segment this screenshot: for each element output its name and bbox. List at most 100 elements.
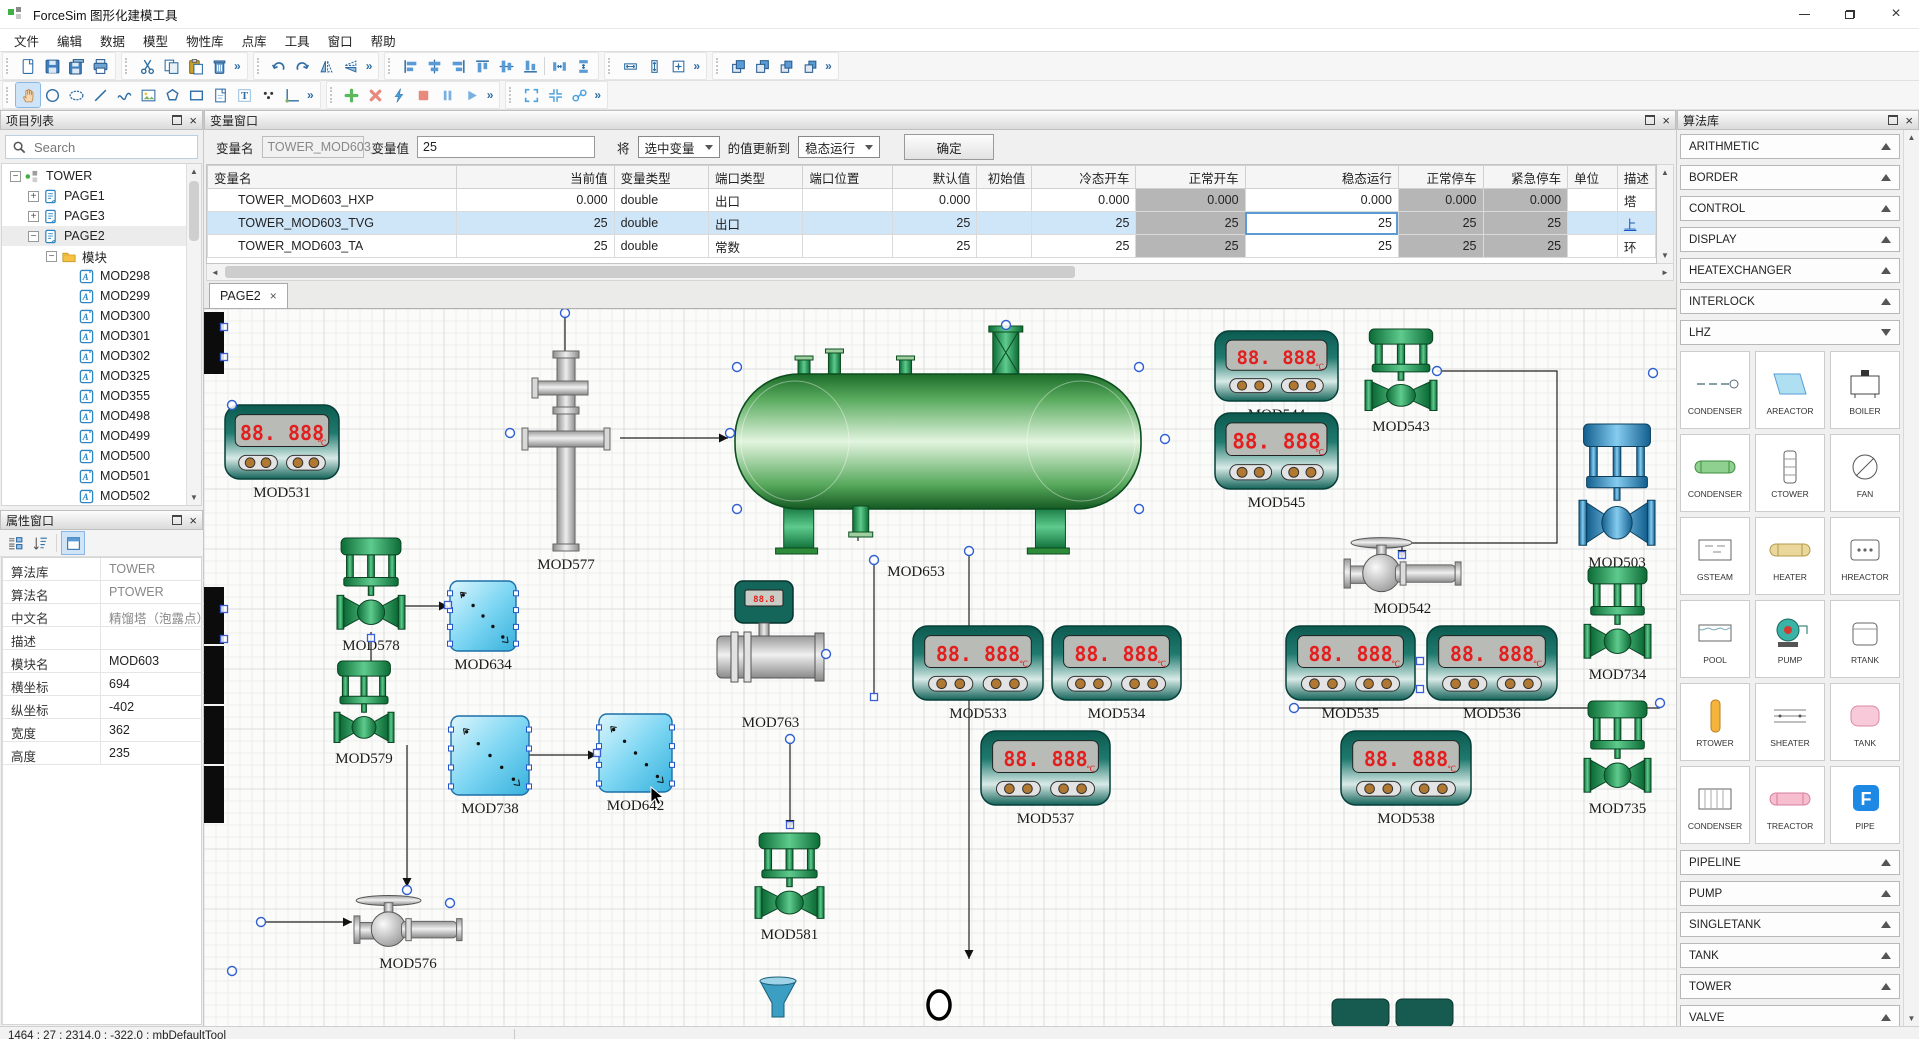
- library-item-condenser[interactable]: CONDENSER: [1680, 351, 1750, 429]
- property-value[interactable]: 362: [101, 719, 209, 741]
- connection-handle[interactable]: [1161, 435, 1170, 444]
- plus-button[interactable]: [340, 83, 364, 107]
- column-header[interactable]: 单位: [1568, 166, 1618, 189]
- menu-item-6[interactable]: 工具: [276, 29, 319, 52]
- port-handle[interactable]: [1399, 552, 1406, 559]
- scope-select[interactable]: 选中变量: [638, 136, 720, 158]
- paste-button[interactable]: [183, 54, 207, 78]
- menu-item-2[interactable]: 数据: [91, 29, 134, 52]
- tree-item-PAGE3[interactable]: +PAGE3: [2, 206, 186, 226]
- library-section-pump[interactable]: PUMP: [1680, 881, 1900, 906]
- library-item-boiler[interactable]: BOILER: [1830, 351, 1900, 429]
- connection-handle[interactable]: [257, 918, 266, 927]
- black-bar-shape[interactable]: [204, 312, 224, 374]
- tree-item-MOD299[interactable]: AMOD299: [2, 286, 186, 306]
- connection-handle[interactable]: [822, 650, 831, 659]
- module-MOD581[interactable]: [755, 833, 824, 918]
- connection-handle[interactable]: [228, 967, 237, 976]
- library-section-control[interactable]: CONTROL: [1680, 196, 1900, 221]
- property-value[interactable]: -402: [101, 696, 209, 718]
- table-cell[interactable]: [1568, 189, 1618, 212]
- table-cell[interactable]: 25: [1032, 235, 1136, 258]
- column-header[interactable]: 当前值: [456, 166, 614, 189]
- table-cell[interactable]: 25: [1398, 212, 1483, 235]
- table-cell[interactable]: [803, 189, 893, 212]
- page-button[interactable]: [208, 83, 232, 107]
- library-item-treactor[interactable]: TREACTOR: [1755, 766, 1825, 844]
- close-panel-icon[interactable]: ×: [189, 114, 197, 127]
- bolt-button[interactable]: [388, 83, 412, 107]
- menu-item-8[interactable]: 帮助: [362, 29, 405, 52]
- library-section-arithmetic[interactable]: ARITHMETIC: [1680, 134, 1900, 159]
- tree-item-PAGE1[interactable]: +PAGE1: [2, 186, 186, 206]
- library-item-ctower[interactable]: CTOWER: [1755, 434, 1825, 512]
- forward-button[interactable]: [774, 54, 798, 78]
- flipv-button[interactable]: [339, 54, 363, 78]
- black-bar-shape[interactable]: [204, 706, 224, 764]
- property-value[interactable]: MOD603: [101, 650, 209, 672]
- table-cell[interactable]: 上: [1617, 212, 1655, 235]
- table-cell[interactable]: 0.000: [1032, 189, 1136, 212]
- alignB-button[interactable]: [518, 54, 542, 78]
- connection-handle[interactable]: [1433, 367, 1442, 376]
- tree-item-MOD498[interactable]: AMOD498: [2, 406, 186, 426]
- curve-button[interactable]: [112, 83, 136, 107]
- connection-handle[interactable]: [1290, 704, 1299, 713]
- table-cell[interactable]: TOWER_MOD603_HXP: [208, 189, 457, 212]
- table-vscrollbar[interactable]: ▲▼: [1657, 164, 1674, 264]
- link-button[interactable]: [567, 83, 591, 107]
- table-cell[interactable]: [977, 189, 1032, 212]
- module-MOD534[interactable]: 88. 888℃: [1052, 626, 1181, 700]
- library-item-pump[interactable]: PUMP: [1755, 600, 1825, 678]
- library-section-pipeline[interactable]: PIPELINE: [1680, 850, 1900, 875]
- tree-item-PAGE2[interactable]: −PAGE2: [2, 226, 186, 246]
- connection-handle[interactable]: [446, 899, 455, 908]
- connection-handle[interactable]: [726, 429, 735, 438]
- table-cell[interactable]: 塔: [1617, 189, 1655, 212]
- library-section-tank[interactable]: TANK: [1680, 943, 1900, 968]
- front-button[interactable]: [726, 54, 750, 78]
- distH-button[interactable]: [547, 54, 571, 78]
- column-header[interactable]: 正常停车: [1398, 166, 1483, 189]
- menu-item-7[interactable]: 窗口: [319, 29, 362, 52]
- var-value-input[interactable]: 25: [417, 136, 595, 158]
- column-header[interactable]: 紧急停车: [1483, 166, 1568, 189]
- library-section-tower[interactable]: TOWER: [1680, 974, 1900, 999]
- module-MOD531[interactable]: 88. 888℃: [225, 405, 339, 479]
- property-value[interactable]: PTOWER: [101, 581, 209, 603]
- menu-item-4[interactable]: 物性库: [177, 29, 233, 52]
- tree-item-MOD502[interactable]: AMOD502: [2, 486, 186, 505]
- fit-button[interactable]: [519, 83, 543, 107]
- table-cell[interactable]: [977, 235, 1032, 258]
- library-section-heatexchanger[interactable]: HEATEXCHANGER: [1680, 258, 1900, 283]
- library-section-display[interactable]: DISPLAY: [1680, 227, 1900, 252]
- alignR-button[interactable]: [446, 54, 470, 78]
- port-handle[interactable]: [221, 324, 228, 331]
- module-MOD642[interactable]: [597, 714, 675, 792]
- module-MOD579[interactable]: [334, 661, 394, 742]
- tree-item-模块[interactable]: −模块: [2, 246, 186, 266]
- port-handle[interactable]: [1417, 658, 1424, 665]
- library-item-hreactor[interactable]: HREACTOR: [1830, 517, 1900, 595]
- connection-handle[interactable]: [561, 309, 570, 318]
- module-MOD536[interactable]: 88. 888℃: [1427, 626, 1557, 700]
- axis-button[interactable]: [280, 83, 304, 107]
- collapse-icon[interactable]: −: [46, 251, 57, 262]
- library-item-sheater[interactable]: SHEATER: [1755, 683, 1825, 761]
- library-section-lhz[interactable]: LHZ: [1680, 320, 1900, 345]
- toolbar-overflow-icon[interactable]: »: [690, 59, 703, 73]
- tree-item-MOD300[interactable]: AMOD300: [2, 306, 186, 326]
- sameSize-button[interactable]: [666, 54, 690, 78]
- table-cell[interactable]: [803, 212, 893, 235]
- table-cell[interactable]: 0.000: [1483, 189, 1568, 212]
- shrink-button[interactable]: [543, 83, 567, 107]
- module-MOD735[interactable]: [1584, 701, 1651, 792]
- column-header[interactable]: 端口类型: [709, 166, 803, 189]
- table-cell[interactable]: [977, 212, 1032, 235]
- port-handle[interactable]: [221, 636, 228, 643]
- library-section-valve[interactable]: VALVE: [1680, 1005, 1900, 1026]
- table-cell[interactable]: 25: [892, 235, 976, 258]
- table-row[interactable]: TOWER_MOD603_TA25double常数252525252525环: [208, 235, 1656, 258]
- column-header[interactable]: 初始值: [977, 166, 1032, 189]
- module-MOD537[interactable]: 88. 888℃: [981, 731, 1110, 805]
